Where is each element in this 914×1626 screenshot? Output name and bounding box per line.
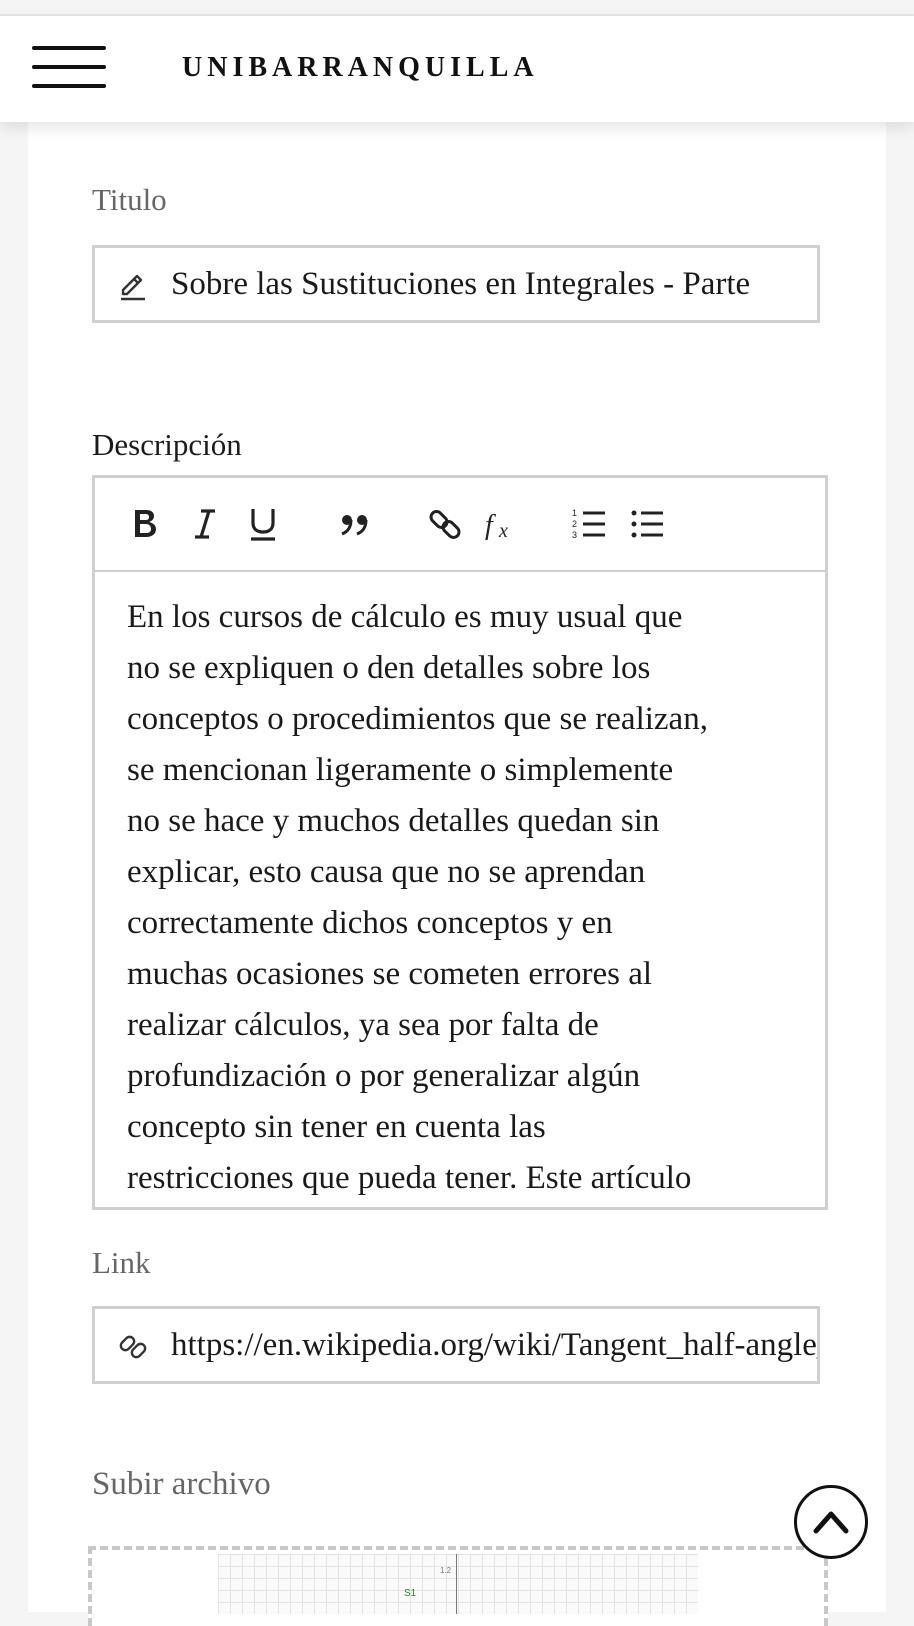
description-line: En los cursos de cálculo es muy usual qu… (127, 599, 683, 635)
upload-label: Subir archivo (92, 1466, 271, 1502)
title-field[interactable] (92, 245, 820, 323)
bold-icon[interactable] (125, 504, 165, 544)
scroll-to-top-button[interactable] (794, 1485, 868, 1559)
brand-logo-text[interactable]: UNIBARRANQUILLA (182, 52, 539, 84)
description-line: no se expliquen o den detalles sobre los (127, 650, 651, 686)
description-line: realizar cálculos, ya sea por falta de (127, 1007, 599, 1043)
title-label: Titulo (92, 182, 167, 217)
preview-series-label: S1 (404, 1588, 417, 1599)
link-field[interactable] (92, 1306, 820, 1384)
pencil-icon (121, 274, 145, 301)
status-bar-divider (0, 0, 914, 16)
description-line: se mencionan ligeramente o simplemente (127, 752, 674, 788)
description-line: correctamente dichos conceptos y en (127, 905, 613, 941)
link-icon (119, 1335, 147, 1359)
editor-toolbar: fx 123 (95, 478, 825, 572)
title-input[interactable] (171, 248, 817, 320)
link-icon[interactable] (425, 504, 465, 544)
description-line: conceptos o procedimientos que se realiz… (127, 701, 708, 737)
file-dropzone[interactable]: 1.2 S1 (88, 1546, 828, 1626)
preview-axis-label: 1.2 (440, 1566, 452, 1575)
quote-icon[interactable] (335, 504, 375, 544)
bullet-list-icon[interactable] (629, 504, 669, 544)
svg-text:3: 3 (572, 530, 577, 540)
uploaded-file-preview: 1.2 S1 (218, 1554, 698, 1614)
description-line: concepto sin tener en cuenta las (127, 1109, 546, 1145)
link-input[interactable] (171, 1309, 817, 1381)
underline-icon[interactable] (243, 504, 283, 544)
description-line: profundización o por generalizar algún (127, 1058, 641, 1094)
description-line: no se hace y muchos detalles quedan sin (127, 803, 660, 839)
link-label: Link (92, 1245, 151, 1280)
chevron-up-icon (813, 1511, 849, 1534)
italic-icon[interactable] (185, 504, 225, 544)
hamburger-menu-icon[interactable] (32, 46, 106, 90)
site-header: UNIBARRANQUILLA (0, 16, 914, 122)
formula-icon[interactable]: fx (483, 504, 523, 544)
description-label: Descripción (92, 427, 242, 462)
description-text[interactable]: En los cursos de cálculo es muy usual qu… (127, 592, 799, 1204)
svg-text:x: x (498, 520, 508, 542)
svg-text:f: f (485, 510, 496, 541)
description-line: explicar, esto causa que no se aprendan (127, 854, 646, 890)
description-line: restricciones que pueda tener. Este artí… (127, 1160, 692, 1196)
ordered-list-icon[interactable]: 123 (571, 504, 611, 544)
svg-text:2: 2 (572, 519, 577, 529)
description-line: muchas ocasiones se cometen errores al (127, 956, 653, 992)
svg-text:1: 1 (572, 508, 577, 518)
preview-axis (456, 1554, 457, 1614)
description-editor: fx 123 En los cursos de cálculo es muy u… (92, 475, 828, 1210)
